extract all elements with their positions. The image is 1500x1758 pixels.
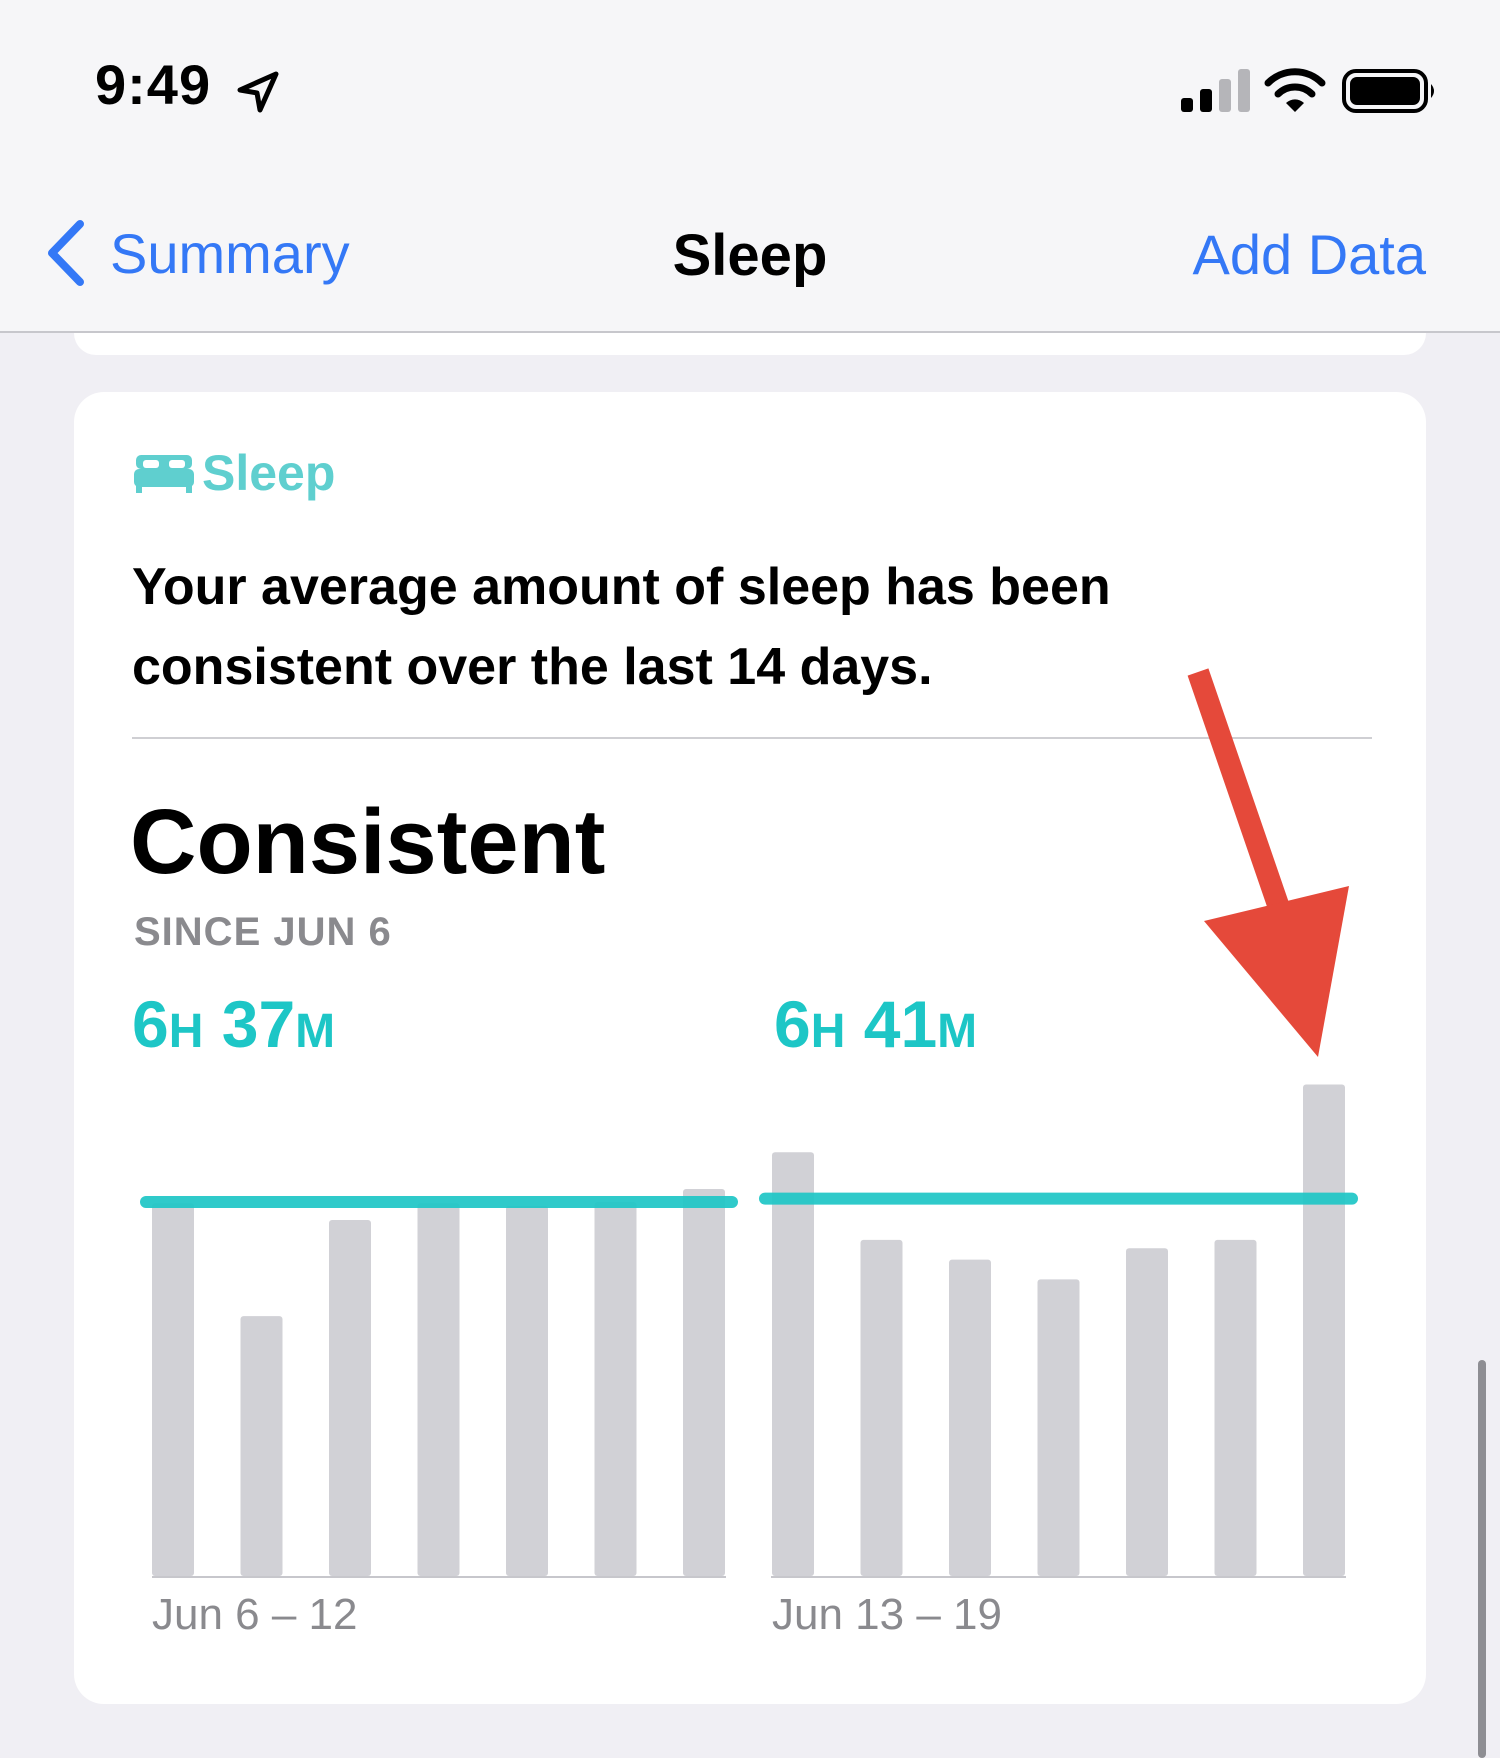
period-2-range: Jun 13 – 19: [772, 1590, 1002, 1639]
location-arrow-icon: [237, 71, 279, 113]
status-bar: 9:49: [0, 0, 1500, 170]
status-time: 9:49: [95, 53, 212, 116]
sleep-bar: [152, 1203, 194, 1576]
sleep-bar: [506, 1205, 548, 1576]
sleep-bar: [594, 1201, 637, 1576]
sleep-bar: [683, 1188, 725, 1576]
sleep-bar: [1303, 1084, 1345, 1576]
sleep-chart: [140, 1084, 1358, 1578]
sleep-bar: [860, 1239, 903, 1576]
previous-card-edge: [74, 333, 1426, 355]
wifi-icon: [1264, 68, 1326, 112]
sleep-bar: [1126, 1248, 1168, 1576]
cellular-signal-icon: [1181, 69, 1250, 112]
battery-icon: [1342, 69, 1434, 113]
sleep-bar: [1037, 1279, 1080, 1576]
sleep-bar: [329, 1220, 371, 1576]
sleep-card[interactable]: Sleep Your average amount of sleep has b…: [74, 392, 1426, 1704]
sleep-bar: [240, 1316, 283, 1576]
sleep-bar: [949, 1259, 991, 1576]
sleep-bar: [1214, 1239, 1257, 1576]
navigation-bar: Summary Sleep Add Data: [0, 170, 1500, 333]
period-1-range: Jun 6 – 12: [152, 1590, 358, 1639]
scroll-indicator[interactable]: [1478, 1360, 1486, 1758]
sleep-bar: [417, 1203, 460, 1576]
sleep-bar: [772, 1152, 814, 1576]
add-data-button[interactable]: Add Data: [1193, 222, 1427, 287]
